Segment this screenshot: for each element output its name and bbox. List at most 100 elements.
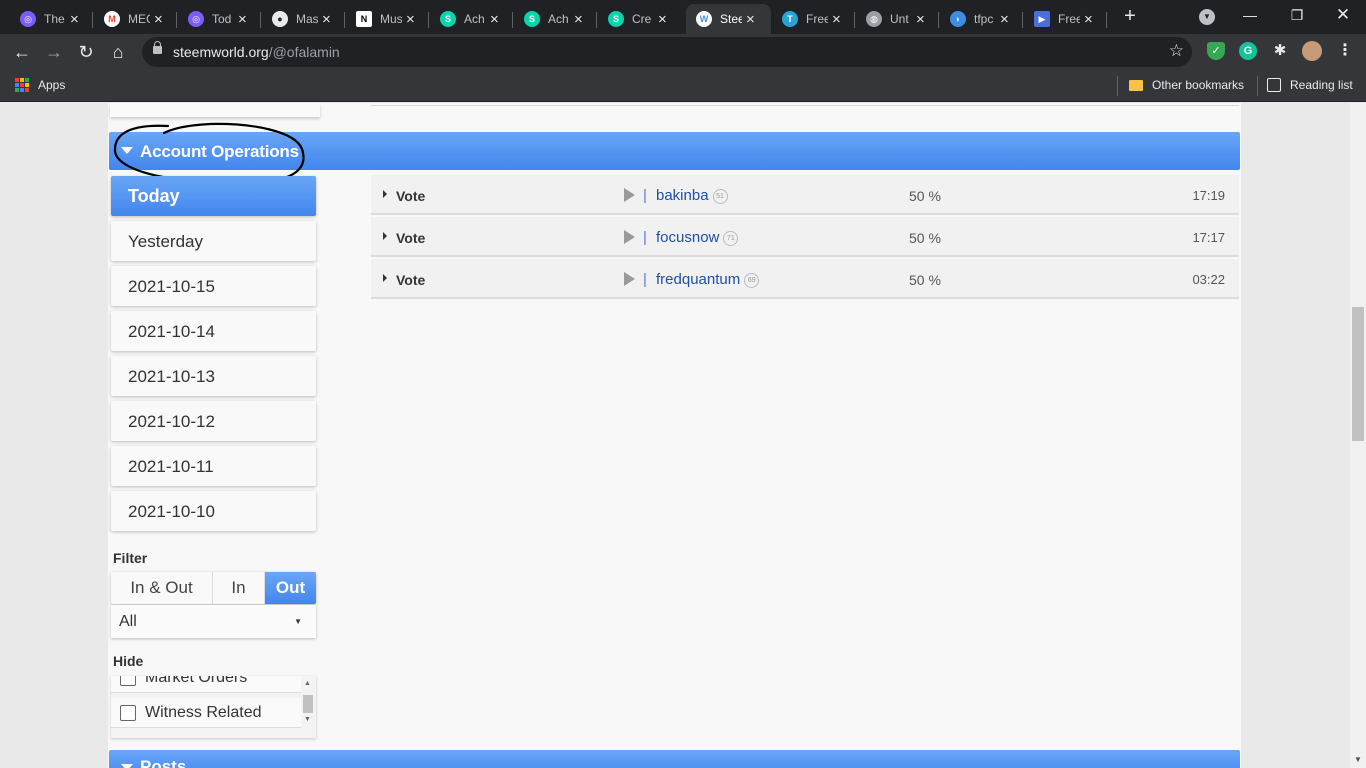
close-tab-icon[interactable]: ×	[70, 12, 79, 27]
operation-row[interactable]: Vote | bakinba 51 50 % 17:19	[371, 175, 1239, 215]
operation-row[interactable]: Vote | fredquantum 69 50 % 03:22	[371, 259, 1239, 299]
home-icon[interactable]: ⌂	[106, 40, 130, 64]
browser-tab[interactable]: T Free ×	[772, 4, 855, 34]
close-tab-icon[interactable]: ×	[490, 12, 499, 27]
scroll-up-arrow-icon[interactable]: ▲	[304, 680, 311, 687]
url-text[interactable]: steemworld.org/@ofalamin	[173, 44, 340, 60]
vote-weight: 50 %	[909, 188, 941, 204]
browser-tab[interactable]: ◍ Unt ×	[856, 4, 939, 34]
day-button[interactable]: 2021-10-14	[111, 311, 316, 351]
grammarly-icon[interactable]: G	[1239, 42, 1257, 60]
forward-arrow-icon[interactable]: →	[42, 40, 66, 64]
play-icon[interactable]	[624, 272, 635, 286]
minimize-button[interactable]: —	[1230, 4, 1270, 26]
apps-bookmark[interactable]: Apps	[15, 78, 65, 92]
close-tab-icon[interactable]: ×	[406, 12, 415, 27]
bookmark-star-icon[interactable]: ☆	[1169, 41, 1184, 61]
browser-tab[interactable]: ◗ tfpc ×	[940, 4, 1023, 34]
play-icon[interactable]	[624, 188, 635, 202]
notion-icon: N	[356, 11, 372, 27]
day-button[interactable]: Yesterday	[111, 221, 316, 261]
address-bar[interactable]: steemworld.org/@ofalamin ☆	[142, 37, 1192, 67]
day-button[interactable]: 2021-10-15	[111, 266, 316, 306]
close-tab-icon[interactable]: ×	[746, 12, 755, 27]
close-window-button[interactable]: ✕	[1323, 4, 1363, 26]
close-tab-icon[interactable]: ×	[238, 12, 247, 27]
filter-in-out-button[interactable]: In & Out	[111, 572, 213, 604]
section-title: Posts	[140, 757, 187, 768]
page-scrollbar[interactable]: ▼	[1350, 103, 1366, 768]
expand-caret-icon[interactable]	[383, 232, 387, 240]
reload-icon[interactable]: ↻	[74, 40, 98, 64]
tab-search-icon[interactable]: ▼	[1199, 9, 1215, 25]
menu-dots-icon[interactable]: ⋮	[1336, 42, 1354, 60]
browser-tab[interactable]: S Ach ×	[514, 4, 597, 34]
browser-tab[interactable]: S Cre ×	[598, 4, 685, 34]
expand-caret-icon[interactable]	[383, 190, 387, 198]
day-button[interactable]: 2021-10-11	[111, 446, 316, 486]
user-link[interactable]: bakinba 51	[656, 187, 728, 204]
browser-tab[interactable]: ◎ The ×	[10, 4, 93, 34]
browser-tab[interactable]: ● Mas ×	[262, 4, 345, 34]
browser-toolbar: ← → ↻ ⌂ steemworld.org/@ofalamin ☆ ✓ G ✱…	[0, 34, 1366, 70]
operation-row[interactable]: Vote | focusnow 71 50 % 17:17	[371, 217, 1239, 257]
new-tab-button[interactable]: +	[1119, 5, 1141, 27]
day-button[interactable]: 2021-10-12	[111, 401, 316, 441]
close-tab-icon[interactable]: ×	[832, 12, 841, 27]
day-button[interactable]: 2021-10-10	[111, 491, 316, 531]
day-button-today[interactable]: Today	[111, 176, 316, 216]
browser-tab[interactable]: ◎ Tod ×	[178, 4, 261, 34]
video-icon: ▶	[1034, 11, 1050, 27]
close-tab-icon[interactable]: ×	[1084, 12, 1093, 27]
hide-label: Hide	[113, 653, 144, 669]
reading-list-icon	[1267, 78, 1281, 92]
browser-tab[interactable]: S Ach ×	[430, 4, 513, 34]
checkbox[interactable]	[120, 704, 136, 721]
scrollbar-thumb[interactable]	[1352, 307, 1364, 441]
reading-list[interactable]: Reading list	[1267, 78, 1353, 92]
expand-caret-icon[interactable]	[383, 274, 387, 282]
account-operations-header[interactable]: Account Operations	[109, 132, 1240, 170]
user-link[interactable]: focusnow 71	[656, 229, 739, 246]
hide-list-scrollbar[interactable]: ▲ ▼	[302, 678, 314, 736]
close-tab-icon[interactable]: ×	[574, 12, 583, 27]
back-arrow-icon[interactable]: ←	[10, 40, 34, 64]
apps-grid-icon	[15, 78, 29, 92]
user-link[interactable]: fredquantum 69	[656, 271, 760, 288]
operation-time: 03:22	[1192, 272, 1225, 287]
play-icon[interactable]	[624, 230, 635, 244]
browser-tab-active[interactable]: W Stee ×	[686, 4, 771, 34]
tab-strip: ◎ The × M MEC × ◎ Tod × ● Mas × N Mus × …	[0, 0, 1366, 34]
extensions-puzzle-icon[interactable]: ✱	[1271, 42, 1289, 60]
collapse-triangle-icon[interactable]	[121, 147, 133, 154]
close-tab-icon[interactable]: ×	[1000, 12, 1009, 27]
close-tab-icon[interactable]: ×	[322, 12, 331, 27]
globe-icon: ◍	[866, 11, 882, 27]
browser-tab[interactable]: M MEC ×	[94, 4, 177, 34]
avatar[interactable]	[1302, 41, 1322, 61]
checkbox[interactable]	[120, 676, 136, 686]
pages-icon: ◎	[188, 11, 204, 27]
filter-in-button[interactable]: In	[213, 572, 265, 604]
previous-panel-edge	[110, 103, 320, 117]
scroll-down-arrow-icon[interactable]: ▼	[1354, 755, 1362, 764]
hide-option[interactable]: Witness Related	[111, 698, 301, 728]
filter-label: Filter	[113, 550, 148, 566]
cloud-icon: ◗	[950, 11, 966, 27]
browser-tab[interactable]: ▶ Free ×	[1024, 4, 1107, 34]
operation-type-select[interactable]: All ▼	[111, 605, 316, 638]
browser-tab[interactable]: N Mus ×	[346, 4, 429, 34]
filter-out-button[interactable]: Out	[265, 572, 316, 604]
close-tab-icon[interactable]: ×	[658, 12, 667, 27]
scroll-down-arrow-icon[interactable]: ▼	[304, 716, 311, 723]
posts-section-header[interactable]: Posts	[109, 750, 1240, 768]
hide-option[interactable]: Market Orders	[111, 676, 301, 693]
restore-button[interactable]: ❐	[1277, 4, 1317, 26]
collapse-triangle-icon[interactable]	[121, 764, 133, 768]
close-tab-icon[interactable]: ×	[154, 12, 163, 27]
hide-options-list[interactable]: Market Orders Witness Related ▲ ▼	[111, 676, 316, 738]
other-bookmarks[interactable]: Other bookmarks	[1129, 78, 1244, 92]
close-tab-icon[interactable]: ×	[916, 12, 925, 27]
shield-extension-icon[interactable]: ✓	[1207, 42, 1225, 60]
day-button[interactable]: 2021-10-13	[111, 356, 316, 396]
